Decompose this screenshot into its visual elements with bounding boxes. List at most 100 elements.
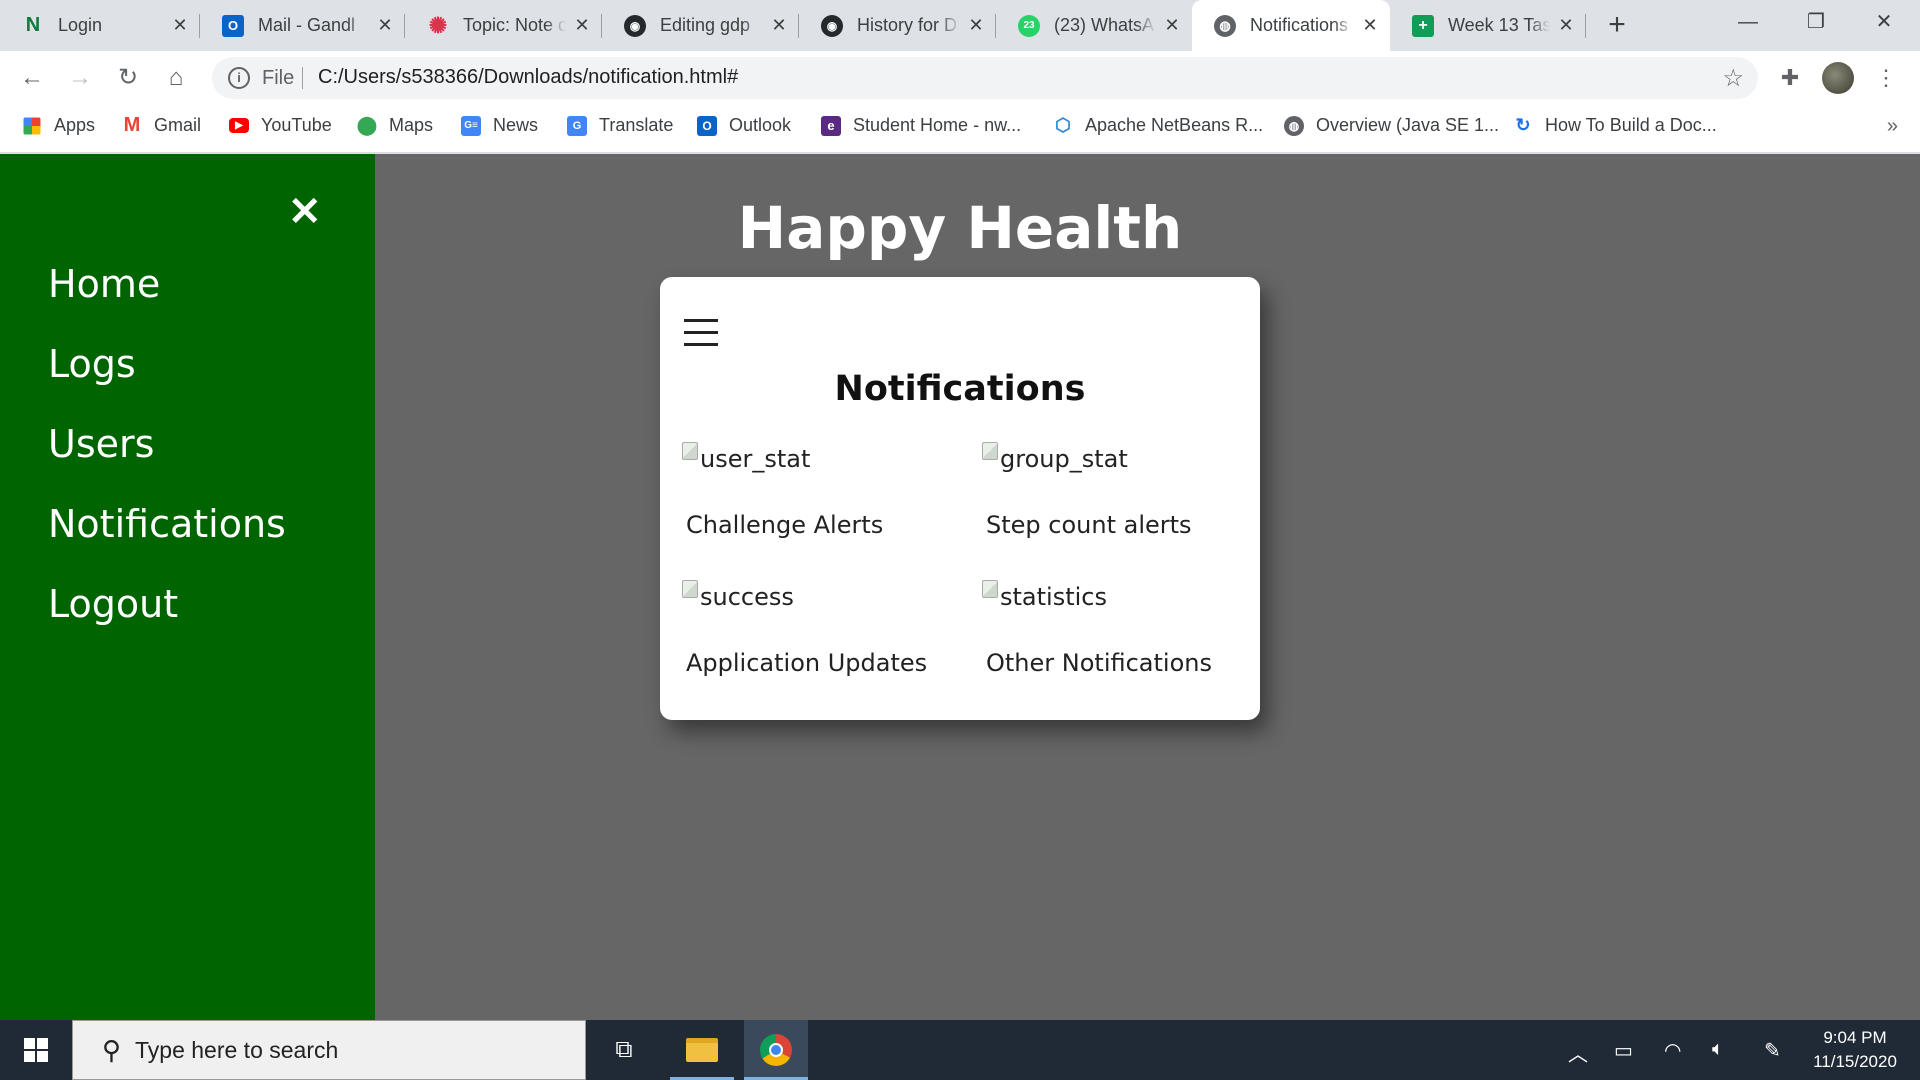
bookmark-netbeans[interactable]: ⬡ Apache NetBeans R... xyxy=(1053,115,1263,136)
image-placeholder xyxy=(682,580,698,598)
notification-option-other[interactable]: statistics Other Notifications xyxy=(982,580,1262,677)
bookmark-youtube[interactable]: ▶ YouTube xyxy=(229,115,332,136)
nav-link-notifications[interactable]: Notifications xyxy=(48,502,286,546)
bookmark-translate[interactable]: G Translate xyxy=(567,115,673,136)
notification-option-app-updates[interactable]: success Application Updates xyxy=(682,580,962,677)
back-icon[interactable]: ← xyxy=(15,61,49,95)
url-scheme: File xyxy=(262,67,295,89)
notification-option-step-count[interactable]: group_stat Step count alerts xyxy=(982,442,1262,539)
show-hidden-icons-icon[interactable]: ︿ xyxy=(1568,1038,1588,1067)
forward-icon[interactable]: → xyxy=(63,61,97,95)
close-tab-icon[interactable]: ✕ xyxy=(1162,15,1182,36)
tab-week13[interactable]: + Week 13 Tas ✕ xyxy=(1390,0,1586,51)
image-alt-text: group_stat xyxy=(1000,445,1128,473)
bookmark-gmail[interactable]: M Gmail xyxy=(122,114,202,136)
tab-title: (23) WhatsA xyxy=(1054,15,1155,35)
volume-icon[interactable]: 🔈︎ xyxy=(1712,1038,1724,1061)
gmail-icon: M xyxy=(123,114,141,136)
tab-title: Login xyxy=(58,15,103,35)
close-tab-icon[interactable]: ✕ xyxy=(966,15,986,36)
new-tab-button[interactable]: + xyxy=(1600,8,1634,42)
bookmark-java-overview[interactable]: ◍ Overview (Java SE 1... xyxy=(1284,115,1499,136)
close-tab-icon[interactable]: ✕ xyxy=(375,15,395,36)
refresh-logo-icon: ↻ xyxy=(1515,115,1531,135)
file-explorer-icon[interactable] xyxy=(670,1020,734,1080)
bookmark-star-icon[interactable]: ☆ xyxy=(1722,64,1744,93)
notification-label: Application Updates xyxy=(686,649,928,677)
nav-link-home[interactable]: Home xyxy=(48,262,160,306)
nav-link-logout[interactable]: Logout xyxy=(48,582,178,626)
bookmarks-bar: Apps M Gmail ▶ YouTube ⬤ Maps G≡ News G … xyxy=(0,105,1920,153)
notification-label: Challenge Alerts xyxy=(686,511,884,539)
close-tab-icon[interactable]: ✕ xyxy=(572,15,592,36)
info-icon[interactable]: i xyxy=(228,67,250,89)
outlook-icon: O xyxy=(222,14,244,37)
card-title: Notifications xyxy=(834,369,1086,409)
close-tab-icon[interactable]: ✕ xyxy=(1556,15,1576,36)
system-clock[interactable]: 9:04 PM 11/15/2020 xyxy=(1800,1026,1910,1074)
menu-kebab-icon[interactable]: ⋮ xyxy=(1869,61,1903,95)
extensions-icon[interactable]: ✚ xyxy=(1773,61,1807,95)
tab-title: Mail - Gandl xyxy=(258,15,356,35)
chrome-icon[interactable] xyxy=(744,1020,808,1080)
pen-icon[interactable]: ✎ xyxy=(1764,1038,1781,1063)
wifi-icon[interactable]: ◠ xyxy=(1664,1038,1681,1063)
bookmark-student-home[interactable]: e Student Home - nw... xyxy=(821,115,1021,136)
student-home-icon: e xyxy=(821,115,841,136)
broken-image-icon: group_stat xyxy=(982,442,1262,473)
tab-strip: N Login ✕ O Mail - Gandl ✕ ✺ Topic: Note… xyxy=(0,0,1920,51)
side-navigation: ✕ Home Logs Users Notifications Logout xyxy=(0,154,375,1020)
tab-notifications[interactable]: ◍ Notifications ✕ xyxy=(1192,0,1390,51)
home-icon[interactable]: ⌂ xyxy=(159,61,193,95)
tab-whatsapp[interactable]: 23 (23) WhatsA ✕ xyxy=(996,0,1192,51)
close-tab-icon[interactable]: ✕ xyxy=(769,15,789,36)
taskbar-search-box[interactable]: ⚲ Type here to search xyxy=(72,1020,586,1080)
notification-label: Step count alerts xyxy=(986,511,1192,539)
search-icon: ⚲ xyxy=(101,1034,121,1065)
reload-icon[interactable]: ↻ xyxy=(111,61,145,95)
hamburger-menu-icon[interactable] xyxy=(684,319,718,349)
restore-button[interactable]: ❐ xyxy=(1786,0,1846,44)
clock-time: 9:04 PM xyxy=(1823,1028,1887,1047)
notification-option-challenge[interactable]: user_stat Challenge Alerts xyxy=(682,442,962,539)
n-icon: N xyxy=(25,14,41,36)
nav-link-users[interactable]: Users xyxy=(48,422,154,466)
close-tab-icon[interactable]: ✕ xyxy=(170,15,190,36)
tab-topic[interactable]: ✺ Topic: Note c ✕ xyxy=(405,0,602,51)
bookmark-label: Outlook xyxy=(729,115,792,135)
close-tab-icon[interactable]: ✕ xyxy=(1360,15,1380,36)
windows-taskbar: ⚲ Type here to search ⧉ ︿ ▭ ◠ 🔈︎ ✎ 9:04 … xyxy=(0,1020,1920,1080)
start-button[interactable] xyxy=(0,1020,72,1080)
browser-toolbar: ← → ↻ ⌂ i File C:/Users/s538366/Download… xyxy=(0,51,1920,105)
address-bar[interactable]: i File C:/Users/s538366/Downloads/notifi… xyxy=(212,57,1758,99)
nav-link-logs[interactable]: Logs xyxy=(48,342,136,386)
url-text[interactable]: C:/Users/s538366/Downloads/notification.… xyxy=(318,66,738,89)
page-title: Happy Health xyxy=(737,194,1183,262)
bookmark-build-doc[interactable]: ↻ How To Build a Doc... xyxy=(1513,115,1716,136)
minimize-button[interactable]: — xyxy=(1718,0,1778,44)
tab-editing[interactable]: ◉ Editing gdp ✕ xyxy=(602,0,799,51)
bookmark-maps[interactable]: ⬤ Maps xyxy=(357,115,433,136)
tab-title: History for D xyxy=(857,15,958,35)
profile-avatar[interactable] xyxy=(1822,62,1854,94)
bookmarks-overflow-icon[interactable]: » xyxy=(1887,115,1898,138)
bookmark-label: Apache NetBeans R... xyxy=(1085,115,1264,135)
tab-mail[interactable]: O Mail - Gandl ✕ xyxy=(200,0,405,51)
news-icon: G≡ xyxy=(461,115,481,136)
broken-image-icon: statistics xyxy=(982,580,1262,611)
tab-history[interactable]: ◉ History for D ✕ xyxy=(799,0,996,51)
github-icon: ◉ xyxy=(821,14,843,37)
bookmark-news[interactable]: G≡ News xyxy=(461,115,538,136)
task-view-icon[interactable]: ⧉ xyxy=(592,1020,656,1080)
bookmark-apps[interactable]: Apps xyxy=(22,115,95,136)
maps-pin-icon: ⬤ xyxy=(356,115,378,135)
bookmark-outlook[interactable]: O Outlook xyxy=(697,115,791,136)
tab-login[interactable]: N Login ✕ xyxy=(0,0,200,51)
bookmark-label: Gmail xyxy=(154,115,202,135)
battery-icon[interactable]: ▭ xyxy=(1614,1038,1633,1063)
close-window-button[interactable]: ✕ xyxy=(1854,0,1914,44)
image-alt-text: success xyxy=(700,583,794,611)
close-sidenav-icon[interactable]: ✕ xyxy=(288,192,322,232)
notification-label: Other Notifications xyxy=(986,649,1212,677)
image-placeholder xyxy=(982,442,998,460)
